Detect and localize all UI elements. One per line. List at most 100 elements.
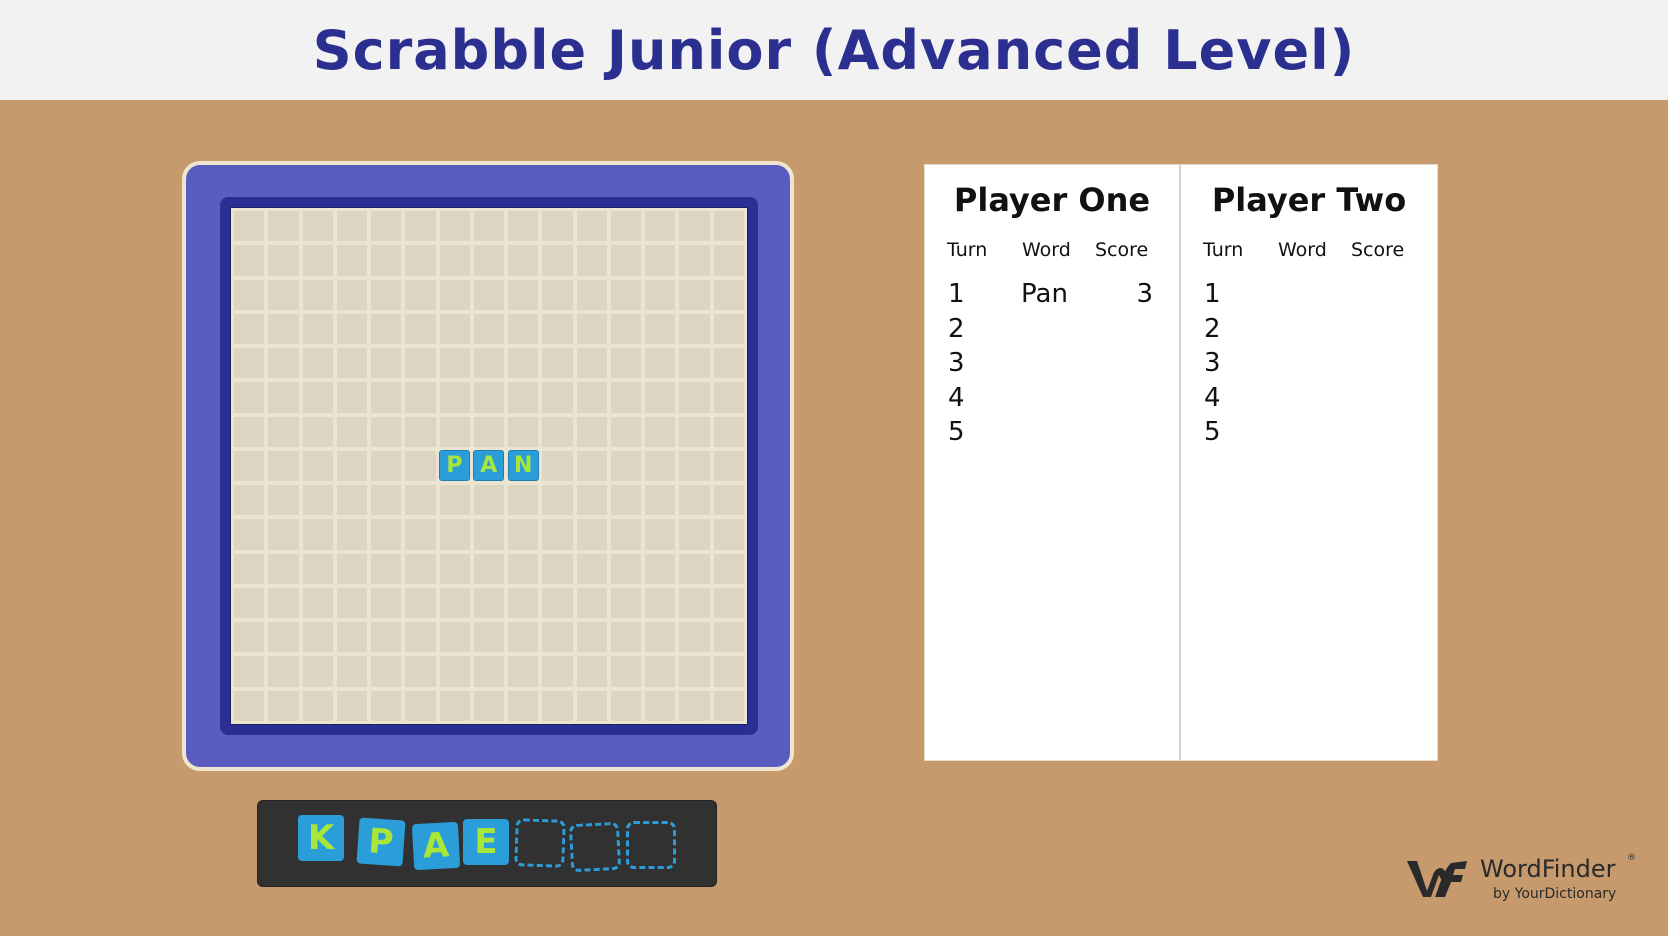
board-cell[interactable] bbox=[508, 485, 539, 516]
board-cell[interactable] bbox=[542, 553, 573, 584]
board-cell[interactable] bbox=[405, 622, 436, 653]
board-cell[interactable] bbox=[645, 587, 676, 619]
board-cell[interactable] bbox=[234, 519, 265, 550]
board-cell[interactable] bbox=[371, 348, 402, 379]
board-cell[interactable] bbox=[336, 553, 368, 584]
board-cell[interactable] bbox=[371, 656, 402, 687]
board-cell[interactable] bbox=[645, 279, 676, 310]
board-cell[interactable] bbox=[508, 656, 539, 687]
board-cell[interactable] bbox=[576, 348, 607, 379]
board-cell[interactable] bbox=[713, 313, 744, 345]
board-cell[interactable] bbox=[268, 519, 299, 550]
board-cell[interactable] bbox=[371, 519, 402, 550]
board-cell[interactable] bbox=[439, 690, 470, 721]
board-cell[interactable] bbox=[508, 382, 539, 413]
empty-rack-slot[interactable] bbox=[514, 818, 566, 868]
board-cell[interactable] bbox=[473, 348, 505, 379]
board-cell[interactable] bbox=[302, 519, 333, 550]
board-cell[interactable] bbox=[336, 382, 368, 413]
board-cell[interactable] bbox=[645, 690, 676, 721]
board-cell[interactable] bbox=[645, 553, 676, 584]
board-cell[interactable] bbox=[234, 313, 265, 345]
board-cell[interactable] bbox=[576, 656, 607, 687]
board-cell[interactable] bbox=[645, 245, 676, 276]
board-cell[interactable] bbox=[234, 656, 265, 687]
board-cell[interactable] bbox=[268, 211, 299, 242]
board-cell[interactable] bbox=[679, 485, 710, 516]
board-cell[interactable] bbox=[610, 690, 642, 721]
board-cell[interactable] bbox=[473, 587, 505, 619]
board-cell[interactable] bbox=[645, 416, 676, 447]
board-cell[interactable] bbox=[439, 348, 470, 379]
board-cell[interactable] bbox=[302, 211, 333, 242]
board-cell[interactable] bbox=[371, 450, 402, 482]
board-cell[interactable] bbox=[302, 656, 333, 687]
board-cell[interactable] bbox=[679, 656, 710, 687]
board-cell[interactable] bbox=[576, 587, 607, 619]
board-cell[interactable] bbox=[508, 211, 539, 242]
board-cell[interactable] bbox=[268, 622, 299, 653]
board-cell[interactable] bbox=[371, 279, 402, 310]
board-cell[interactable] bbox=[439, 382, 470, 413]
board-cell[interactable] bbox=[713, 416, 744, 447]
board-cell[interactable] bbox=[679, 587, 710, 619]
board-cell[interactable] bbox=[542, 656, 573, 687]
board-cell[interactable] bbox=[268, 450, 299, 482]
board-cell[interactable] bbox=[679, 313, 710, 345]
board-cell[interactable] bbox=[439, 416, 470, 447]
board-cell[interactable] bbox=[508, 416, 539, 447]
board-cell[interactable] bbox=[508, 587, 539, 619]
board-cell[interactable] bbox=[713, 553, 744, 584]
board-cell[interactable] bbox=[713, 211, 744, 242]
board-cell[interactable] bbox=[508, 519, 539, 550]
empty-rack-slot[interactable] bbox=[626, 821, 676, 869]
board-cell[interactable] bbox=[439, 485, 470, 516]
board-cell[interactable] bbox=[439, 553, 470, 584]
board-cell[interactable] bbox=[302, 485, 333, 516]
board-cell[interactable] bbox=[679, 690, 710, 721]
board-cell[interactable] bbox=[576, 245, 607, 276]
rack-tile[interactable]: K bbox=[298, 815, 344, 861]
board-cell[interactable] bbox=[234, 485, 265, 516]
board-cell[interactable] bbox=[508, 622, 539, 653]
board-cell[interactable] bbox=[645, 519, 676, 550]
board-cell[interactable] bbox=[371, 690, 402, 721]
board-cell[interactable] bbox=[268, 416, 299, 447]
board-cell[interactable] bbox=[610, 587, 642, 619]
board-cell[interactable] bbox=[610, 245, 642, 276]
board-cell[interactable] bbox=[679, 622, 710, 653]
board-cell[interactable] bbox=[610, 211, 642, 242]
board-cell[interactable] bbox=[371, 485, 402, 516]
board-cell[interactable] bbox=[302, 622, 333, 653]
board-cell[interactable] bbox=[268, 313, 299, 345]
board-cell[interactable] bbox=[610, 485, 642, 516]
board-cell[interactable] bbox=[542, 245, 573, 276]
board-cell[interactable] bbox=[679, 382, 710, 413]
board-cell[interactable] bbox=[405, 245, 436, 276]
board-cell[interactable] bbox=[405, 656, 436, 687]
board-cell[interactable] bbox=[234, 553, 265, 584]
board-cell[interactable] bbox=[473, 245, 505, 276]
board-tile[interactable]: A bbox=[473, 450, 505, 482]
board-cell[interactable] bbox=[508, 553, 539, 584]
board-cell[interactable] bbox=[234, 279, 265, 310]
board-cell[interactable] bbox=[473, 416, 505, 447]
board-cell[interactable] bbox=[679, 211, 710, 242]
board-cell[interactable] bbox=[679, 519, 710, 550]
board-cell[interactable] bbox=[645, 656, 676, 687]
board-cell[interactable] bbox=[439, 245, 470, 276]
board-cell[interactable] bbox=[336, 416, 368, 447]
board-tile[interactable]: P bbox=[438, 450, 470, 482]
board-cell[interactable] bbox=[473, 211, 505, 242]
board-cell[interactable] bbox=[576, 450, 607, 482]
board-cell[interactable] bbox=[302, 245, 333, 276]
board-cell[interactable] bbox=[645, 313, 676, 345]
board-cell[interactable] bbox=[576, 416, 607, 447]
board-cell[interactable] bbox=[679, 279, 710, 310]
board-cell[interactable] bbox=[679, 348, 710, 379]
board-cell[interactable] bbox=[713, 348, 744, 379]
board-cell[interactable] bbox=[371, 245, 402, 276]
board-cell[interactable] bbox=[610, 313, 642, 345]
board-cell[interactable] bbox=[610, 279, 642, 310]
board-cell[interactable] bbox=[473, 622, 505, 653]
